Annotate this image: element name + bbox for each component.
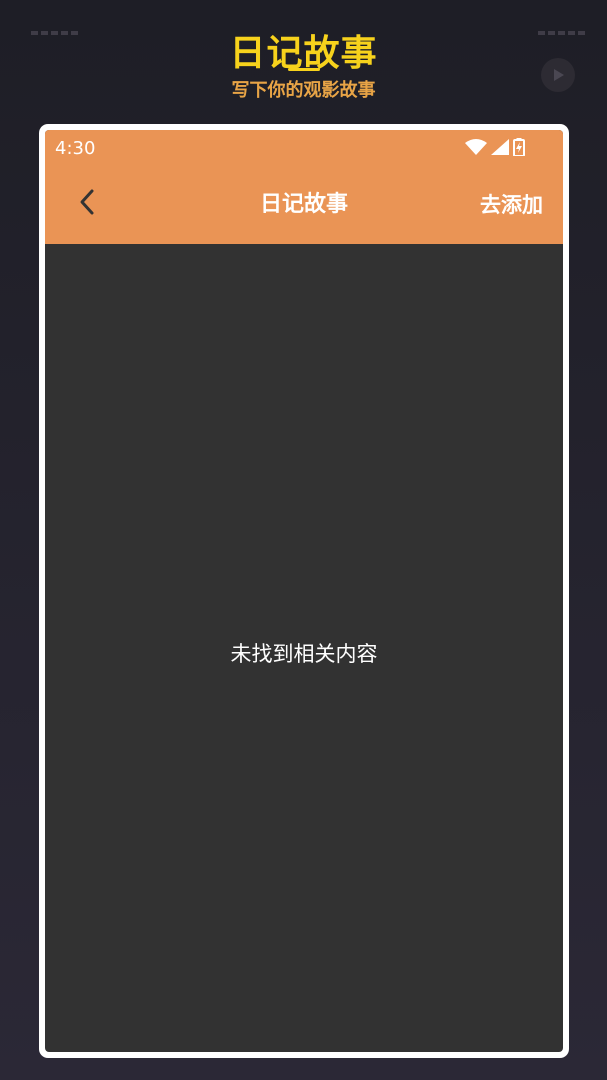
promo-subtitle: 写下你的观影故事	[231, 80, 376, 101]
empty-state-message: 未找到相关内容	[230, 642, 378, 666]
wifi-icon	[465, 139, 487, 155]
back-button[interactable]	[67, 184, 107, 224]
status-icons	[465, 138, 525, 156]
phone-frame: 4:30 日记故事 去添加 未找到相关内容	[39, 124, 569, 1058]
status-bar: 4:30	[45, 130, 563, 166]
battery-charging-icon	[513, 138, 525, 156]
signal-icon	[491, 139, 509, 155]
app-bar: 日记故事 去添加	[45, 166, 563, 244]
chevron-left-icon	[77, 188, 97, 220]
phone-screen: 4:30 日记故事 去添加 未找到相关内容	[45, 130, 563, 1052]
status-time: 4:30	[55, 138, 96, 159]
add-button[interactable]: 去添加	[480, 166, 543, 244]
title-underline	[288, 68, 320, 71]
